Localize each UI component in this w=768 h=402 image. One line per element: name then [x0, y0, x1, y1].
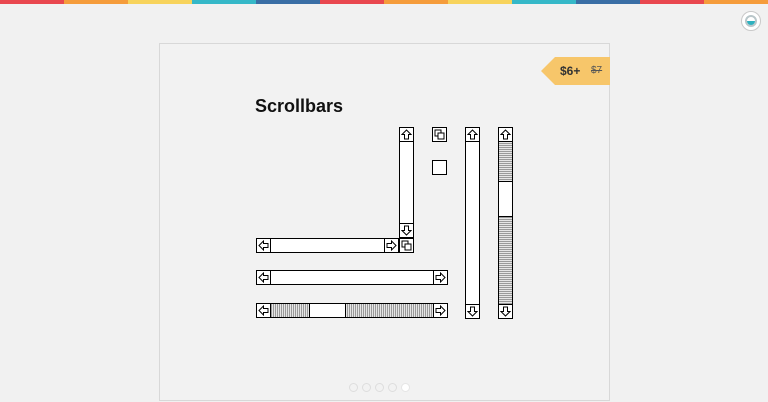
price-tag[interactable]: $6+ $7 — [541, 57, 610, 85]
arrow-left-icon — [258, 305, 269, 316]
scroll-left-button[interactable] — [256, 303, 271, 318]
empty-corner-box — [432, 160, 447, 175]
resize-grow-icon — [401, 240, 412, 251]
color-bar-segment — [320, 0, 384, 4]
scrollbar-track[interactable] — [499, 142, 512, 304]
scroll-right-button[interactable] — [433, 303, 448, 318]
scrollbar-thumb[interactable] — [309, 303, 346, 318]
scroll-right-button[interactable] — [384, 238, 399, 253]
color-bar-segment — [0, 0, 64, 4]
scroll-up-button[interactable] — [399, 127, 414, 142]
carousel-dot[interactable] — [401, 383, 410, 392]
user-avatar[interactable] — [741, 11, 761, 31]
arrow-right-icon — [435, 305, 446, 316]
resize-grow-box[interactable] — [432, 127, 447, 142]
scrollbar-horizontal-corner[interactable] — [256, 238, 399, 253]
scroll-up-button[interactable] — [498, 127, 513, 142]
arrow-up-icon — [401, 129, 412, 140]
carousel-dot[interactable] — [349, 383, 358, 392]
resize-grow-icon — [434, 129, 445, 140]
scroll-left-button[interactable] — [256, 238, 271, 253]
carousel-dots — [349, 383, 410, 392]
arrow-left-icon — [258, 272, 269, 283]
color-bar-segment — [576, 0, 640, 4]
color-bar-segment — [128, 0, 192, 4]
scrollbar-thumb[interactable] — [498, 181, 513, 217]
color-bar-segment — [192, 0, 256, 4]
price-current: $6+ — [560, 64, 581, 78]
product-card: $6+ $7 Scrollbars — [159, 43, 610, 401]
arrow-up-icon — [500, 129, 511, 140]
color-bar-segment — [512, 0, 576, 4]
scrollbar-vertical-inactive[interactable] — [465, 127, 480, 319]
arrow-right-icon — [386, 240, 397, 251]
scrollbar-horizontal-inactive[interactable] — [256, 270, 448, 285]
scrollbar-track[interactable] — [271, 304, 433, 317]
color-bar-segment — [384, 0, 448, 4]
arrow-up-icon — [467, 129, 478, 140]
arrow-right-icon — [435, 272, 446, 283]
scroll-down-button[interactable] — [498, 304, 513, 319]
top-color-bar — [0, 0, 768, 4]
scroll-up-button[interactable] — [465, 127, 480, 142]
carousel-dot[interactable] — [375, 383, 384, 392]
scroll-down-button[interactable] — [399, 223, 414, 238]
arrow-down-icon — [467, 306, 478, 317]
carousel-dot[interactable] — [388, 383, 397, 392]
scroll-left-button[interactable] — [256, 270, 271, 285]
carousel-dot[interactable] — [362, 383, 371, 392]
color-bar-segment — [448, 0, 512, 4]
price-original: $7 — [591, 65, 603, 76]
color-bar-segment — [640, 0, 704, 4]
card-title: Scrollbars — [255, 96, 344, 116]
arrow-down-icon — [500, 306, 511, 317]
arrow-down-icon — [401, 225, 412, 236]
scroll-right-button[interactable] — [433, 270, 448, 285]
resize-corner-button[interactable] — [399, 238, 414, 253]
scroll-down-button[interactable] — [465, 304, 480, 319]
color-bar-segment — [64, 0, 128, 4]
color-bar-segment — [704, 0, 768, 4]
arrow-left-icon — [258, 240, 269, 251]
color-bar-segment — [256, 0, 320, 4]
